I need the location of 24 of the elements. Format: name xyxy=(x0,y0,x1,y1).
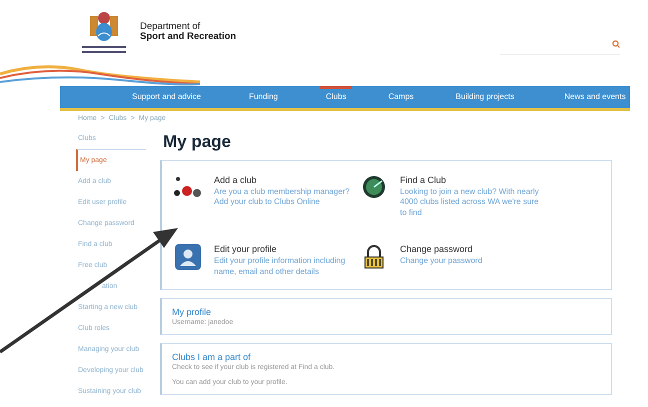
nav-link[interactable]: Support and advice xyxy=(132,86,201,108)
org-name: Sport and Recreation xyxy=(140,32,236,42)
nav-link[interactable]: News and events xyxy=(564,86,626,108)
tile-title[interactable]: Add a club xyxy=(214,175,354,185)
nav-link[interactable]: Camps xyxy=(388,86,414,108)
search-icon[interactable] xyxy=(612,40,620,48)
nav-link[interactable]: Clubs xyxy=(320,86,352,108)
tile-description: Change your password xyxy=(400,256,482,267)
tile-title[interactable]: Find a Club xyxy=(400,175,540,185)
globe-icon xyxy=(362,175,386,199)
card-title[interactable]: Clubs I am a part of xyxy=(172,352,601,362)
nav-link[interactable]: Building projects xyxy=(456,86,514,108)
org-name: Department of xyxy=(140,21,200,32)
page-title: My page xyxy=(163,132,232,152)
user-icon xyxy=(175,244,201,270)
card-title[interactable]: My profile xyxy=(172,306,601,317)
tile-title[interactable]: Change password xyxy=(400,244,482,254)
padlock-icon xyxy=(363,244,385,270)
search-field[interactable] xyxy=(500,40,620,55)
tile-description: Edit your profile information including name, email and other details xyxy=(214,256,346,277)
tile-description: Are you a club membership manager? Add your club to Clubs Online xyxy=(214,187,351,208)
tile-description: Looking to join a new club? With nearly 4000 clubs listed across WA we're sure to find xyxy=(400,187,540,218)
nav-link[interactable]: Funding xyxy=(248,86,278,108)
tile-title[interactable]: Edit your profile xyxy=(214,244,354,254)
